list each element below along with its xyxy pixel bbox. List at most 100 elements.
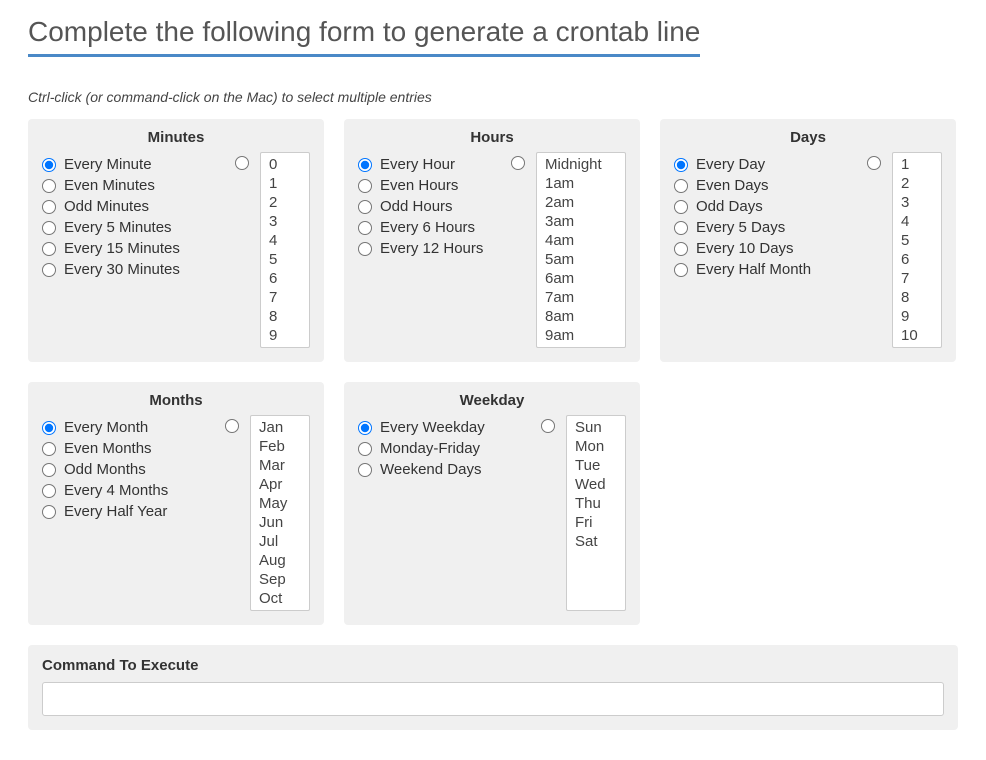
hours-select-option[interactable]: 1am xyxy=(539,174,623,193)
months-radio[interactable] xyxy=(42,505,56,519)
minutes-radio[interactable] xyxy=(42,242,56,256)
hours-select-option[interactable]: 3am xyxy=(539,212,623,231)
months-select-option[interactable]: Jul xyxy=(253,532,307,551)
months-radio[interactable] xyxy=(42,442,56,456)
minutes-select-option[interactable]: 0 xyxy=(263,155,307,174)
days-option[interactable]: Every Half Month xyxy=(674,261,862,278)
minutes-select-option[interactable]: 7 xyxy=(263,288,307,307)
weekday-select-option[interactable]: Fri xyxy=(569,513,623,532)
minutes-select-option[interactable]: 6 xyxy=(263,269,307,288)
months-custom-radio[interactable] xyxy=(225,419,239,433)
weekday-option[interactable]: Weekend Days xyxy=(358,461,536,478)
hours-option[interactable]: Every 6 Hours xyxy=(358,219,506,236)
days-option[interactable]: Every 5 Days xyxy=(674,219,862,236)
hours-select-option[interactable]: Midnight xyxy=(539,155,623,174)
weekday-select-option[interactable]: Mon xyxy=(569,437,623,456)
months-option[interactable]: Even Months xyxy=(42,440,220,457)
hours-option[interactable]: Even Hours xyxy=(358,177,506,194)
minutes-select-option[interactable]: 5 xyxy=(263,250,307,269)
months-option[interactable]: Odd Months xyxy=(42,461,220,478)
days-radio[interactable] xyxy=(674,179,688,193)
hours-select-option[interactable]: 9am xyxy=(539,326,623,345)
weekday-select-option[interactable]: Tue xyxy=(569,456,623,475)
minutes-select-option[interactable]: 9 xyxy=(263,326,307,345)
months-option[interactable]: Every Month xyxy=(42,419,220,436)
days-select-option[interactable]: 6 xyxy=(895,250,939,269)
hours-select[interactable]: Midnight1am2am3am4am5am6am7am8am9am xyxy=(536,152,626,348)
days-option[interactable]: Every Day xyxy=(674,156,862,173)
months-select-option[interactable]: Oct xyxy=(253,589,307,608)
days-option[interactable]: Even Days xyxy=(674,177,862,194)
months-select-option[interactable]: Aug xyxy=(253,551,307,570)
days-select-option[interactable]: 9 xyxy=(895,307,939,326)
command-input[interactable] xyxy=(42,682,944,716)
hours-option[interactable]: Every 12 Hours xyxy=(358,240,506,257)
days-radio[interactable] xyxy=(674,263,688,277)
days-select-option[interactable]: 2 xyxy=(895,174,939,193)
minutes-option[interactable]: Every 15 Minutes xyxy=(42,240,230,257)
days-custom-radio[interactable] xyxy=(867,156,881,170)
weekday-option[interactable]: Every Weekday xyxy=(358,419,536,436)
months-radio[interactable] xyxy=(42,463,56,477)
weekday-custom-radio[interactable] xyxy=(541,419,555,433)
days-radio[interactable] xyxy=(674,221,688,235)
weekday-radio[interactable] xyxy=(358,442,372,456)
hours-custom-radio[interactable] xyxy=(511,156,525,170)
hours-radio[interactable] xyxy=(358,158,372,172)
weekday-select[interactable]: SunMonTueWedThuFriSat xyxy=(566,415,626,611)
minutes-select-option[interactable]: 2 xyxy=(263,193,307,212)
minutes-radio[interactable] xyxy=(42,179,56,193)
weekday-radio[interactable] xyxy=(358,463,372,477)
minutes-radio[interactable] xyxy=(42,158,56,172)
months-select-option[interactable]: Feb xyxy=(253,437,307,456)
days-select-option[interactable]: 5 xyxy=(895,231,939,250)
weekday-select-option[interactable]: Thu xyxy=(569,494,623,513)
hours-select-option[interactable]: 8am xyxy=(539,307,623,326)
minutes-select[interactable]: 0123456789 xyxy=(260,152,310,348)
months-select-option[interactable]: Apr xyxy=(253,475,307,494)
months-select-option[interactable]: Sep xyxy=(253,570,307,589)
days-radio[interactable] xyxy=(674,242,688,256)
minutes-select-option[interactable]: 3 xyxy=(263,212,307,231)
hours-radio[interactable] xyxy=(358,242,372,256)
hours-select-option[interactable]: 4am xyxy=(539,231,623,250)
days-option[interactable]: Odd Days xyxy=(674,198,862,215)
months-radio[interactable] xyxy=(42,484,56,498)
minutes-select-option[interactable]: 4 xyxy=(263,231,307,250)
days-select-option[interactable]: 10 xyxy=(895,326,939,345)
months-select-option[interactable]: Mar xyxy=(253,456,307,475)
weekday-radio[interactable] xyxy=(358,421,372,435)
weekday-select-option[interactable]: Sun xyxy=(569,418,623,437)
days-select-option[interactable]: 4 xyxy=(895,212,939,231)
months-select-option[interactable]: Jun xyxy=(253,513,307,532)
hours-select-option[interactable]: 6am xyxy=(539,269,623,288)
minutes-option[interactable]: Every Minute xyxy=(42,156,230,173)
hours-radio[interactable] xyxy=(358,221,372,235)
hours-select-option[interactable]: 7am xyxy=(539,288,623,307)
hours-select-option[interactable]: 5am xyxy=(539,250,623,269)
weekday-option[interactable]: Monday-Friday xyxy=(358,440,536,457)
days-option[interactable]: Every 10 Days xyxy=(674,240,862,257)
months-select-option[interactable]: Jan xyxy=(253,418,307,437)
minutes-custom-radio[interactable] xyxy=(235,156,249,170)
minutes-option[interactable]: Odd Minutes xyxy=(42,198,230,215)
weekday-select-option[interactable]: Sat xyxy=(569,532,623,551)
days-radio[interactable] xyxy=(674,200,688,214)
days-select-option[interactable]: 3 xyxy=(895,193,939,212)
minutes-radio[interactable] xyxy=(42,200,56,214)
hours-option[interactable]: Odd Hours xyxy=(358,198,506,215)
hours-radio[interactable] xyxy=(358,179,372,193)
months-radio[interactable] xyxy=(42,421,56,435)
minutes-option[interactable]: Every 30 Minutes xyxy=(42,261,230,278)
minutes-radio[interactable] xyxy=(42,221,56,235)
days-select-option[interactable]: 1 xyxy=(895,155,939,174)
hours-select-option[interactable]: 2am xyxy=(539,193,623,212)
days-select[interactable]: 12345678910 xyxy=(892,152,942,348)
months-select-option[interactable]: May xyxy=(253,494,307,513)
hours-option[interactable]: Every Hour xyxy=(358,156,506,173)
minutes-select-option[interactable]: 1 xyxy=(263,174,307,193)
months-option[interactable]: Every Half Year xyxy=(42,503,220,520)
minutes-radio[interactable] xyxy=(42,263,56,277)
days-radio[interactable] xyxy=(674,158,688,172)
minutes-option[interactable]: Every 5 Minutes xyxy=(42,219,230,236)
